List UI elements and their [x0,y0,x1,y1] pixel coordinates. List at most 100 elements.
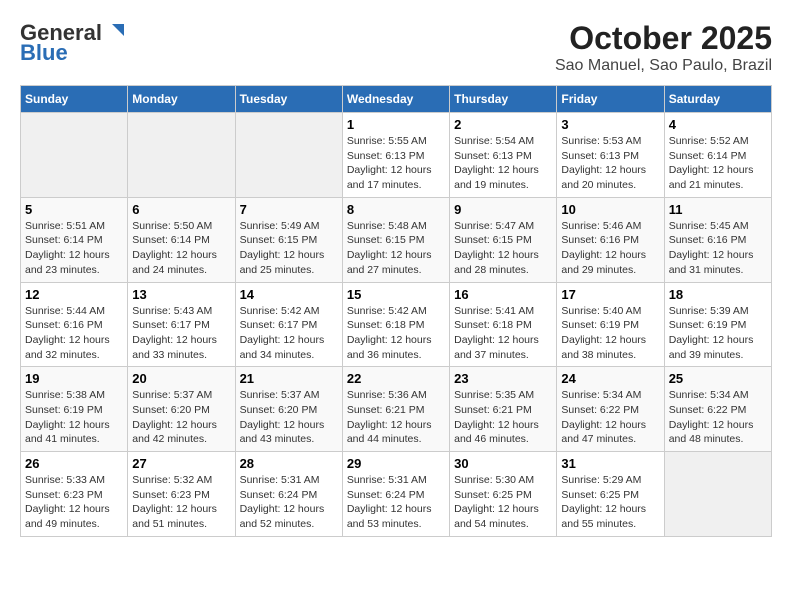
calendar-title: October 2025 [555,20,772,57]
cell-day-number: 22 [347,371,445,386]
calendar-cell: 30 Sunrise: 5:30 AM Sunset: 6:25 PM Dayli… [450,452,557,537]
week-row-5: 26 Sunrise: 5:33 AM Sunset: 6:23 PM Dayli… [21,452,772,537]
header-wednesday: Wednesday [342,86,449,113]
cell-day-number: 5 [25,202,123,217]
cell-info: Sunrise: 5:32 AM Sunset: 6:23 PM Dayligh… [132,473,230,532]
cell-day-number: 27 [132,456,230,471]
cell-info: Sunrise: 5:35 AM Sunset: 6:21 PM Dayligh… [454,388,552,447]
page-header: General Blue October 2025 Sao Manuel, Sa… [20,20,772,75]
calendar-cell: 8Sunrise: 5:48 AM Sunset: 6:15 PM Daylig… [342,197,449,282]
cell-day-number: 19 [25,371,123,386]
cell-info: Sunrise: 5:52 AM Sunset: 6:14 PM Dayligh… [669,134,767,193]
logo-blue: Blue [20,40,68,66]
cell-day-number: 21 [240,371,338,386]
calendar-cell: 26 Sunrise: 5:33 AM Sunset: 6:23 PM Dayli… [21,452,128,537]
calendar-cell: 29 Sunrise: 5:31 AM Sunset: 6:24 PM Dayli… [342,452,449,537]
calendar-cell: 21 Sunrise: 5:37 AM Sunset: 6:20 PM Dayli… [235,367,342,452]
calendar-cell: 22Sunrise: 5:36 AM Sunset: 6:21 PM Dayli… [342,367,449,452]
header-friday: Friday [557,86,664,113]
calendar-subtitle: Sao Manuel, Sao Paulo, Brazil [555,57,772,75]
cell-day-number: 13 [132,287,230,302]
calendar-cell: 17Sunrise: 5:40 AM Sunset: 6:19 PM Dayli… [557,282,664,367]
calendar-cell: 25 Sunrise: 5:34 AM Sunset: 6:22 PM Dayli… [664,367,771,452]
week-row-1: 1Sunrise: 5:55 AM Sunset: 6:13 PM Daylig… [21,113,772,198]
cell-day-number: 31 [561,456,659,471]
cell-info: Sunrise: 5:30 AM Sunset: 6:25 PM Dayligh… [454,473,552,532]
calendar-cell: 12 Sunrise: 5:44 AM Sunset: 6:16 PM Dayli… [21,282,128,367]
calendar-cell: 28 Sunrise: 5:31 AM Sunset: 6:24 PM Dayli… [235,452,342,537]
cell-info: Sunrise: 5:55 AM Sunset: 6:13 PM Dayligh… [347,134,445,193]
logo-icon [104,20,126,42]
cell-info: Sunrise: 5:53 AM Sunset: 6:13 PM Dayligh… [561,134,659,193]
cell-day-number: 17 [561,287,659,302]
cell-day-number: 10 [561,202,659,217]
calendar-cell: 14Sunrise: 5:42 AM Sunset: 6:17 PM Dayli… [235,282,342,367]
cell-info: Sunrise: 5:45 AM Sunset: 6:16 PM Dayligh… [669,219,767,278]
cell-info: Sunrise: 5:34 AM Sunset: 6:22 PM Dayligh… [669,388,767,447]
cell-day-number: 24 [561,371,659,386]
calendar-cell: 23 Sunrise: 5:35 AM Sunset: 6:21 PM Dayli… [450,367,557,452]
cell-day-number: 28 [240,456,338,471]
calendar-cell: 31 Sunrise: 5:29 AM Sunset: 6:25 PM Dayli… [557,452,664,537]
calendar-cell: 6 Sunrise: 5:50 AM Sunset: 6:14 PM Daylig… [128,197,235,282]
cell-info: Sunrise: 5:46 AM Sunset: 6:16 PM Dayligh… [561,219,659,278]
cell-info: Sunrise: 5:41 AM Sunset: 6:18 PM Dayligh… [454,304,552,363]
cell-info: Sunrise: 5:37 AM Sunset: 6:20 PM Dayligh… [132,388,230,447]
cell-day-number: 30 [454,456,552,471]
title-block: October 2025 Sao Manuel, Sao Paulo, Braz… [555,20,772,75]
cell-day-number: 20 [132,371,230,386]
calendar-cell: 2Sunrise: 5:54 AM Sunset: 6:13 PM Daylig… [450,113,557,198]
cell-day-number: 6 [132,202,230,217]
header-sunday: Sunday [21,86,128,113]
week-row-4: 19 Sunrise: 5:38 AM Sunset: 6:19 PM Dayli… [21,367,772,452]
cell-day-number: 12 [25,287,123,302]
cell-info: Sunrise: 5:38 AM Sunset: 6:19 PM Dayligh… [25,388,123,447]
cell-info: Sunrise: 5:48 AM Sunset: 6:15 PM Dayligh… [347,219,445,278]
calendar-cell: 18 Sunrise: 5:39 AM Sunset: 6:19 PM Dayli… [664,282,771,367]
calendar-cell: 3 Sunrise: 5:53 AM Sunset: 6:13 PM Daylig… [557,113,664,198]
cell-info: Sunrise: 5:29 AM Sunset: 6:25 PM Dayligh… [561,473,659,532]
cell-info: Sunrise: 5:54 AM Sunset: 6:13 PM Dayligh… [454,134,552,193]
calendar-cell: 15Sunrise: 5:42 AM Sunset: 6:18 PM Dayli… [342,282,449,367]
calendar-table: SundayMondayTuesdayWednesdayThursdayFrid… [20,85,772,537]
calendar-cell: 24Sunrise: 5:34 AM Sunset: 6:22 PM Dayli… [557,367,664,452]
cell-day-number: 18 [669,287,767,302]
calendar-cell [664,452,771,537]
cell-info: Sunrise: 5:31 AM Sunset: 6:24 PM Dayligh… [347,473,445,532]
header-saturday: Saturday [664,86,771,113]
calendar-cell [21,113,128,198]
calendar-cell: 11Sunrise: 5:45 AM Sunset: 6:16 PM Dayli… [664,197,771,282]
calendar-cell: 27 Sunrise: 5:32 AM Sunset: 6:23 PM Dayli… [128,452,235,537]
header-monday: Monday [128,86,235,113]
cell-day-number: 23 [454,371,552,386]
cell-day-number: 14 [240,287,338,302]
cell-day-number: 3 [561,117,659,132]
cell-day-number: 26 [25,456,123,471]
calendar-cell: 1Sunrise: 5:55 AM Sunset: 6:13 PM Daylig… [342,113,449,198]
cell-day-number: 4 [669,117,767,132]
calendar-cell: 20 Sunrise: 5:37 AM Sunset: 6:20 PM Dayli… [128,367,235,452]
cell-info: Sunrise: 5:39 AM Sunset: 6:19 PM Dayligh… [669,304,767,363]
week-row-2: 5 Sunrise: 5:51 AM Sunset: 6:14 PM Daylig… [21,197,772,282]
calendar-cell: 5 Sunrise: 5:51 AM Sunset: 6:14 PM Daylig… [21,197,128,282]
cell-info: Sunrise: 5:51 AM Sunset: 6:14 PM Dayligh… [25,219,123,278]
cell-info: Sunrise: 5:44 AM Sunset: 6:16 PM Dayligh… [25,304,123,363]
cell-day-number: 25 [669,371,767,386]
calendar-cell: 13Sunrise: 5:43 AM Sunset: 6:17 PM Dayli… [128,282,235,367]
cell-day-number: 29 [347,456,445,471]
cell-day-number: 9 [454,202,552,217]
logo: General Blue [20,20,126,66]
cell-info: Sunrise: 5:31 AM Sunset: 6:24 PM Dayligh… [240,473,338,532]
calendar-cell: 19 Sunrise: 5:38 AM Sunset: 6:19 PM Dayli… [21,367,128,452]
cell-day-number: 7 [240,202,338,217]
calendar-cell: 16 Sunrise: 5:41 AM Sunset: 6:18 PM Dayli… [450,282,557,367]
header-thursday: Thursday [450,86,557,113]
cell-info: Sunrise: 5:33 AM Sunset: 6:23 PM Dayligh… [25,473,123,532]
cell-day-number: 16 [454,287,552,302]
cell-info: Sunrise: 5:50 AM Sunset: 6:14 PM Dayligh… [132,219,230,278]
cell-info: Sunrise: 5:49 AM Sunset: 6:15 PM Dayligh… [240,219,338,278]
calendar-cell: 4 Sunrise: 5:52 AM Sunset: 6:14 PM Daylig… [664,113,771,198]
cell-info: Sunrise: 5:37 AM Sunset: 6:20 PM Dayligh… [240,388,338,447]
calendar-cell [128,113,235,198]
header-row: SundayMondayTuesdayWednesdayThursdayFrid… [21,86,772,113]
